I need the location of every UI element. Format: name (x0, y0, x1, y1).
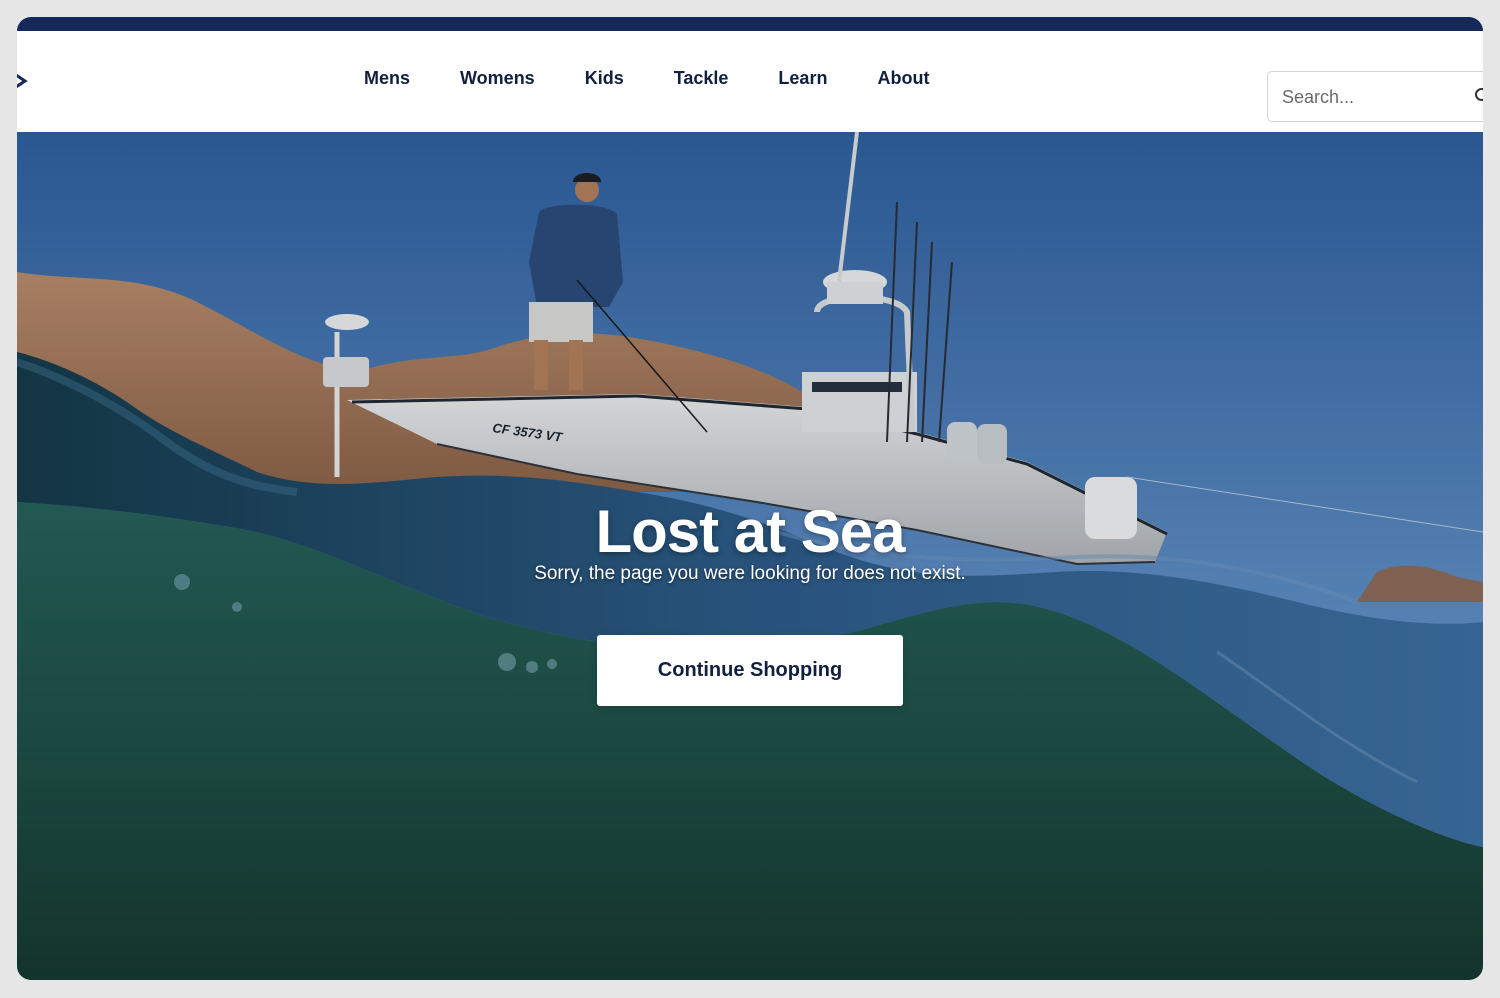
nav-item-tackle[interactable]: Tackle (674, 68, 729, 89)
search-icon[interactable] (1474, 87, 1483, 105)
hero-banner: CF 3573 VT Lost at Sea Sorry, the page y… (17, 132, 1483, 980)
search-input[interactable] (1280, 72, 1474, 123)
continue-shopping-button[interactable]: Continue Shopping (597, 635, 903, 706)
nav-item-learn[interactable]: Learn (778, 68, 827, 89)
search-box (1267, 71, 1483, 123)
main-nav: Mens Womens Kids Tackle Learn About (364, 67, 929, 89)
browser-viewport: Mens Womens Kids Tackle Learn About Sear… (17, 17, 1483, 980)
nav-item-kids[interactable]: Kids (585, 68, 624, 89)
site-header: Mens Womens Kids Tackle Learn About (17, 31, 1483, 132)
logo-icon[interactable] (17, 69, 29, 93)
top-accent-bar (17, 17, 1483, 31)
nav-item-mens[interactable]: Mens (364, 68, 410, 89)
error-message: Sorry, the page you were looking for doe… (534, 563, 966, 584)
nav-item-about[interactable]: About (877, 68, 929, 89)
page-title: Lost at Sea (595, 498, 905, 566)
nav-item-womens[interactable]: Womens (460, 68, 535, 89)
